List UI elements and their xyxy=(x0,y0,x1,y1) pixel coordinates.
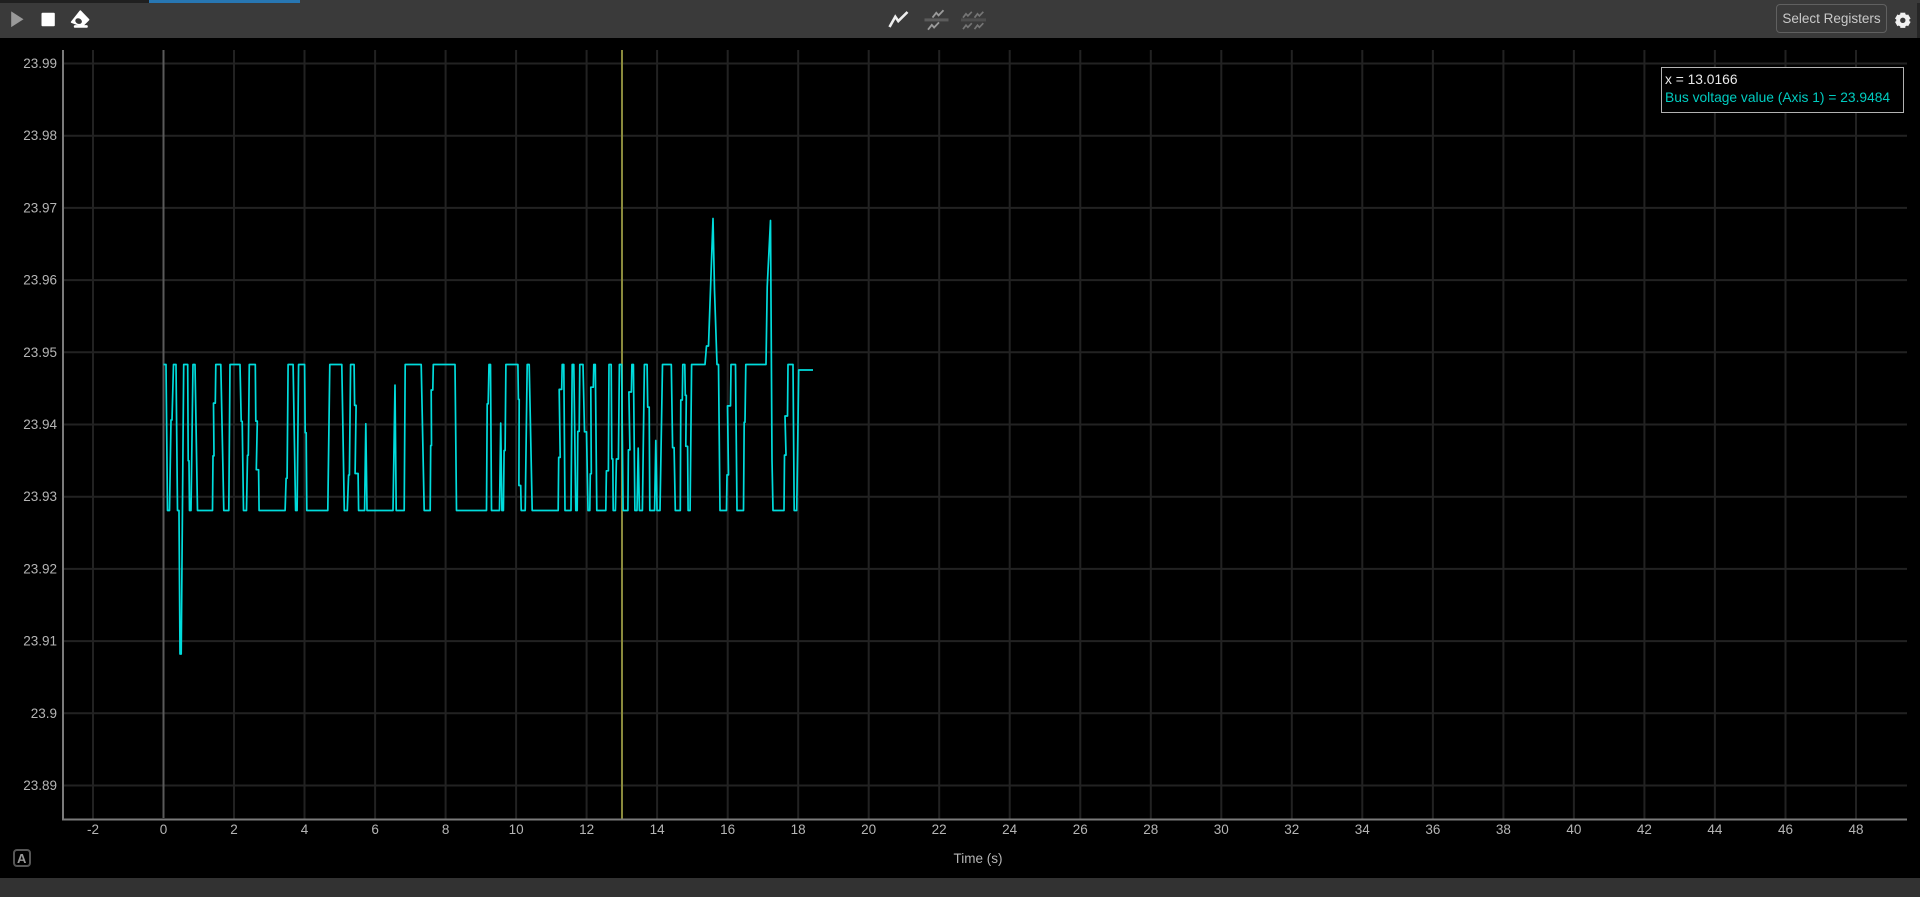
svg-text:-2: -2 xyxy=(87,822,99,837)
svg-text:23.92: 23.92 xyxy=(23,561,57,576)
svg-text:46: 46 xyxy=(1778,822,1793,837)
svg-text:10: 10 xyxy=(509,822,524,837)
svg-text:26: 26 xyxy=(1073,822,1088,837)
svg-text:Time (s): Time (s) xyxy=(954,851,1003,866)
svg-text:8: 8 xyxy=(442,822,450,837)
svg-text:23.99: 23.99 xyxy=(23,56,57,71)
svg-text:42: 42 xyxy=(1637,822,1652,837)
svg-text:12: 12 xyxy=(579,822,594,837)
svg-text:28: 28 xyxy=(1143,822,1158,837)
svg-text:16: 16 xyxy=(720,822,735,837)
svg-text:14: 14 xyxy=(650,822,666,837)
svg-text:4: 4 xyxy=(301,822,309,837)
svg-text:6: 6 xyxy=(371,822,379,837)
svg-text:23.89: 23.89 xyxy=(23,778,57,793)
svg-text:23.97: 23.97 xyxy=(23,200,57,215)
svg-text:23.94: 23.94 xyxy=(23,417,57,432)
svg-text:22: 22 xyxy=(932,822,947,837)
svg-text:2: 2 xyxy=(230,822,238,837)
svg-text:24: 24 xyxy=(1002,822,1018,837)
svg-text:20: 20 xyxy=(861,822,876,837)
svg-text:34: 34 xyxy=(1355,822,1371,837)
svg-text:40: 40 xyxy=(1566,822,1581,837)
svg-text:23.93: 23.93 xyxy=(23,489,57,504)
svg-text:23.91: 23.91 xyxy=(23,634,57,649)
svg-text:23.96: 23.96 xyxy=(23,273,57,288)
svg-text:38: 38 xyxy=(1496,822,1511,837)
svg-text:32: 32 xyxy=(1284,822,1299,837)
svg-text:18: 18 xyxy=(791,822,806,837)
svg-text:30: 30 xyxy=(1214,822,1229,837)
svg-text:44: 44 xyxy=(1707,822,1723,837)
svg-text:0: 0 xyxy=(160,822,168,837)
svg-text:23.98: 23.98 xyxy=(23,128,57,143)
svg-text:36: 36 xyxy=(1425,822,1440,837)
svg-text:23.9: 23.9 xyxy=(31,706,57,721)
svg-text:48: 48 xyxy=(1848,822,1863,837)
svg-text:23.95: 23.95 xyxy=(23,345,57,360)
